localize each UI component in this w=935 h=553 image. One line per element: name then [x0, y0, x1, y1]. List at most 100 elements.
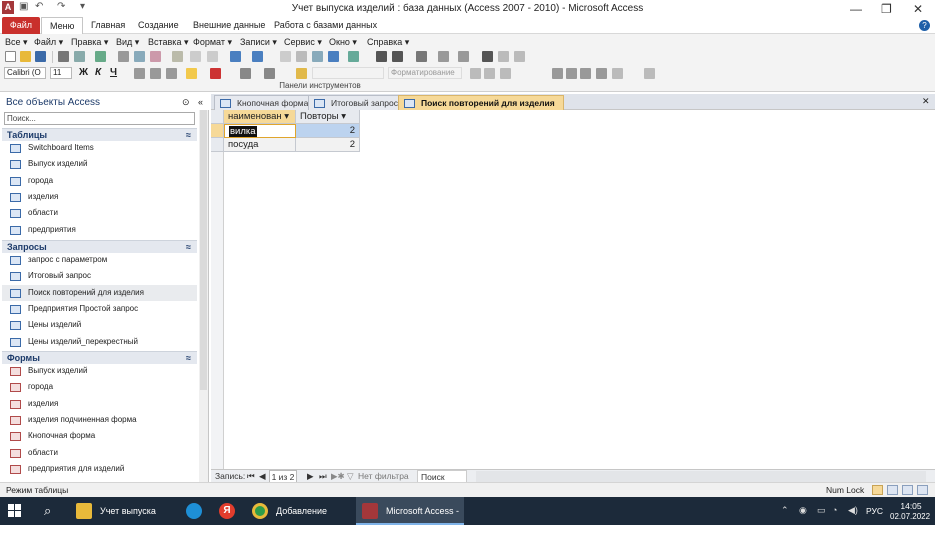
previous-record-icon[interactable]: ◀ [259, 470, 266, 482]
nav-item-form[interactable]: области [2, 445, 197, 461]
tab-menu[interactable]: Меню [41, 17, 84, 34]
nav-item-table[interactable]: предприятия [2, 222, 197, 238]
network-icon[interactable]: ◔ [832, 505, 837, 515]
outdent-icon[interactable] [596, 68, 607, 79]
nav-item-query[interactable]: Предприятия Простой запрос [2, 301, 197, 317]
special-effect-icon[interactable] [264, 68, 275, 79]
new-object-icon[interactable] [348, 51, 359, 62]
taskbar-button-chrome[interactable]: Добавление работ... [246, 497, 354, 544]
tab-database-tools[interactable]: Работа с базами данных [266, 17, 385, 34]
tab-create[interactable]: Создание [130, 17, 187, 34]
hyperlink-icon[interactable] [230, 51, 241, 62]
tray-chevron-icon[interactable]: ⌃ [781, 505, 789, 516]
copy-icon[interactable] [134, 51, 145, 62]
underline-button[interactable]: Ч [110, 67, 117, 78]
horizontal-scrollbar[interactable] [476, 471, 926, 482]
line-spacing-icon[interactable] [612, 68, 623, 79]
new-icon[interactable] [5, 51, 16, 62]
nav-item-form[interactable]: Выпуск изделий [2, 363, 197, 379]
pivot-chart-view-icon[interactable] [902, 485, 913, 495]
filter-by-selection-icon[interactable] [416, 51, 427, 62]
font-color-icon[interactable] [210, 68, 221, 79]
new-record-nav-icon[interactable]: ▶✱ [331, 470, 345, 482]
apply-filter-icon[interactable] [458, 51, 469, 62]
numbering-icon[interactable] [566, 68, 577, 79]
tab-file[interactable]: Файл [2, 17, 40, 34]
doc-tab-duplicates-query[interactable]: Поиск повторений для изделия [398, 95, 564, 110]
nav-menu-chevron-icon[interactable]: ⊙ [182, 97, 190, 108]
formatting-combo[interactable]: Форматирование [388, 67, 462, 79]
start-windows-icon[interactable] [8, 504, 22, 518]
row-selector[interactable] [211, 124, 224, 138]
menu-tools[interactable]: Сервис ▾ [284, 37, 322, 48]
language-indicator[interactable]: РУС [866, 506, 883, 516]
properties-icon[interactable] [312, 51, 323, 62]
doc-tab-totals-query[interactable]: Итоговый запрос [308, 95, 407, 110]
menu-file[interactable]: Файл ▾ [34, 37, 63, 48]
delete-record-icon[interactable] [514, 51, 525, 62]
close-button[interactable]: ✕ [913, 2, 923, 16]
last-record-icon[interactable]: ⏭ [319, 470, 327, 482]
print-icon[interactable] [58, 51, 69, 62]
undo-icon[interactable] [190, 51, 201, 62]
menu-view[interactable]: Вид ▾ [116, 37, 139, 48]
filter-by-form-icon[interactable] [438, 51, 449, 62]
nav-item-table[interactable]: изделия [2, 189, 197, 205]
design-view-icon[interactable] [917, 485, 928, 495]
select-all-corner[interactable] [211, 110, 224, 124]
menu-help[interactable]: Справка ▾ [367, 37, 409, 48]
gridlines-icon[interactable] [240, 68, 251, 79]
percent-icon[interactable] [484, 68, 495, 79]
first-record-icon[interactable]: ⏮ [247, 470, 255, 482]
bold-button[interactable]: Ж [79, 67, 88, 78]
redo-icon[interactable] [207, 51, 218, 62]
format-painter-icon[interactable] [172, 51, 183, 62]
row-selector[interactable] [211, 138, 224, 152]
scrollbar-thumb[interactable] [200, 110, 207, 390]
filter-status[interactable]: Нет фильтра [358, 470, 409, 482]
nav-item-query[interactable]: Цены изделий_перекрестный [2, 334, 197, 350]
nav-item-table[interactable]: Switchboard Items [2, 140, 197, 156]
nav-item-form[interactable]: изделия [2, 396, 197, 412]
relationships-icon[interactable] [296, 51, 307, 62]
currency-icon[interactable] [470, 68, 481, 79]
table-cell[interactable]: посуда [224, 138, 296, 152]
menu-all[interactable]: Все ▾ [5, 37, 28, 48]
align-right-icon[interactable] [166, 68, 177, 79]
clock-time[interactable]: 14:05 [896, 501, 926, 511]
nav-item-query[interactable]: Итоговый запрос [2, 268, 197, 284]
nav-item-query[interactable]: Цены изделий [2, 317, 197, 333]
nav-item-table[interactable]: Выпуск изделий [2, 156, 197, 172]
analyze-icon[interactable] [280, 51, 291, 62]
menu-format[interactable]: Формат ▾ [193, 37, 232, 48]
print-preview-icon[interactable] [74, 51, 85, 62]
table-cell[interactable]: 2 [296, 138, 360, 152]
database-window-icon[interactable] [328, 51, 339, 62]
column-header-repeats[interactable]: Повторы ▾ [296, 110, 360, 124]
nav-item-form[interactable]: предприятия для изделий [2, 461, 197, 477]
menu-window[interactable]: Окно ▾ [329, 37, 357, 48]
menu-edit[interactable]: Правка ▾ [71, 37, 108, 48]
menu-insert[interactable]: Вставка ▾ [148, 37, 188, 48]
font-size-combo[interactable]: 11 [50, 67, 72, 79]
nav-item-table[interactable]: области [2, 205, 197, 221]
nav-item-form[interactable]: изделия подчиненная форма [2, 412, 197, 428]
shutter-bar-close-icon[interactable]: « [198, 97, 203, 107]
nav-item-table[interactable]: города [2, 173, 197, 189]
sort-ascending-icon[interactable] [376, 51, 387, 62]
doc-tab-switchboard[interactable]: Кнопочная форма [214, 95, 318, 110]
spelling-icon[interactable] [95, 51, 106, 62]
nav-item-form[interactable]: города [2, 379, 197, 395]
taskbar-button-access[interactable]: Microsoft Access - ... [356, 497, 464, 544]
fill-color-icon[interactable] [186, 68, 197, 79]
bullets-icon[interactable] [552, 68, 563, 79]
nav-item-form[interactable]: Кнопочная форма [2, 428, 197, 444]
table-cell[interactable]: вилка [224, 124, 296, 138]
tab-home[interactable]: Главная [83, 17, 133, 34]
office-links-icon[interactable] [252, 51, 263, 62]
tray-app-icon[interactable]: ◉ [799, 505, 807, 516]
minimize-button[interactable]: — [850, 2, 862, 16]
nav-search-input[interactable]: Поиск... [4, 112, 195, 125]
tab-external-data[interactable]: Внешние данные [185, 17, 273, 34]
datasheet-view-icon[interactable] [872, 485, 883, 495]
